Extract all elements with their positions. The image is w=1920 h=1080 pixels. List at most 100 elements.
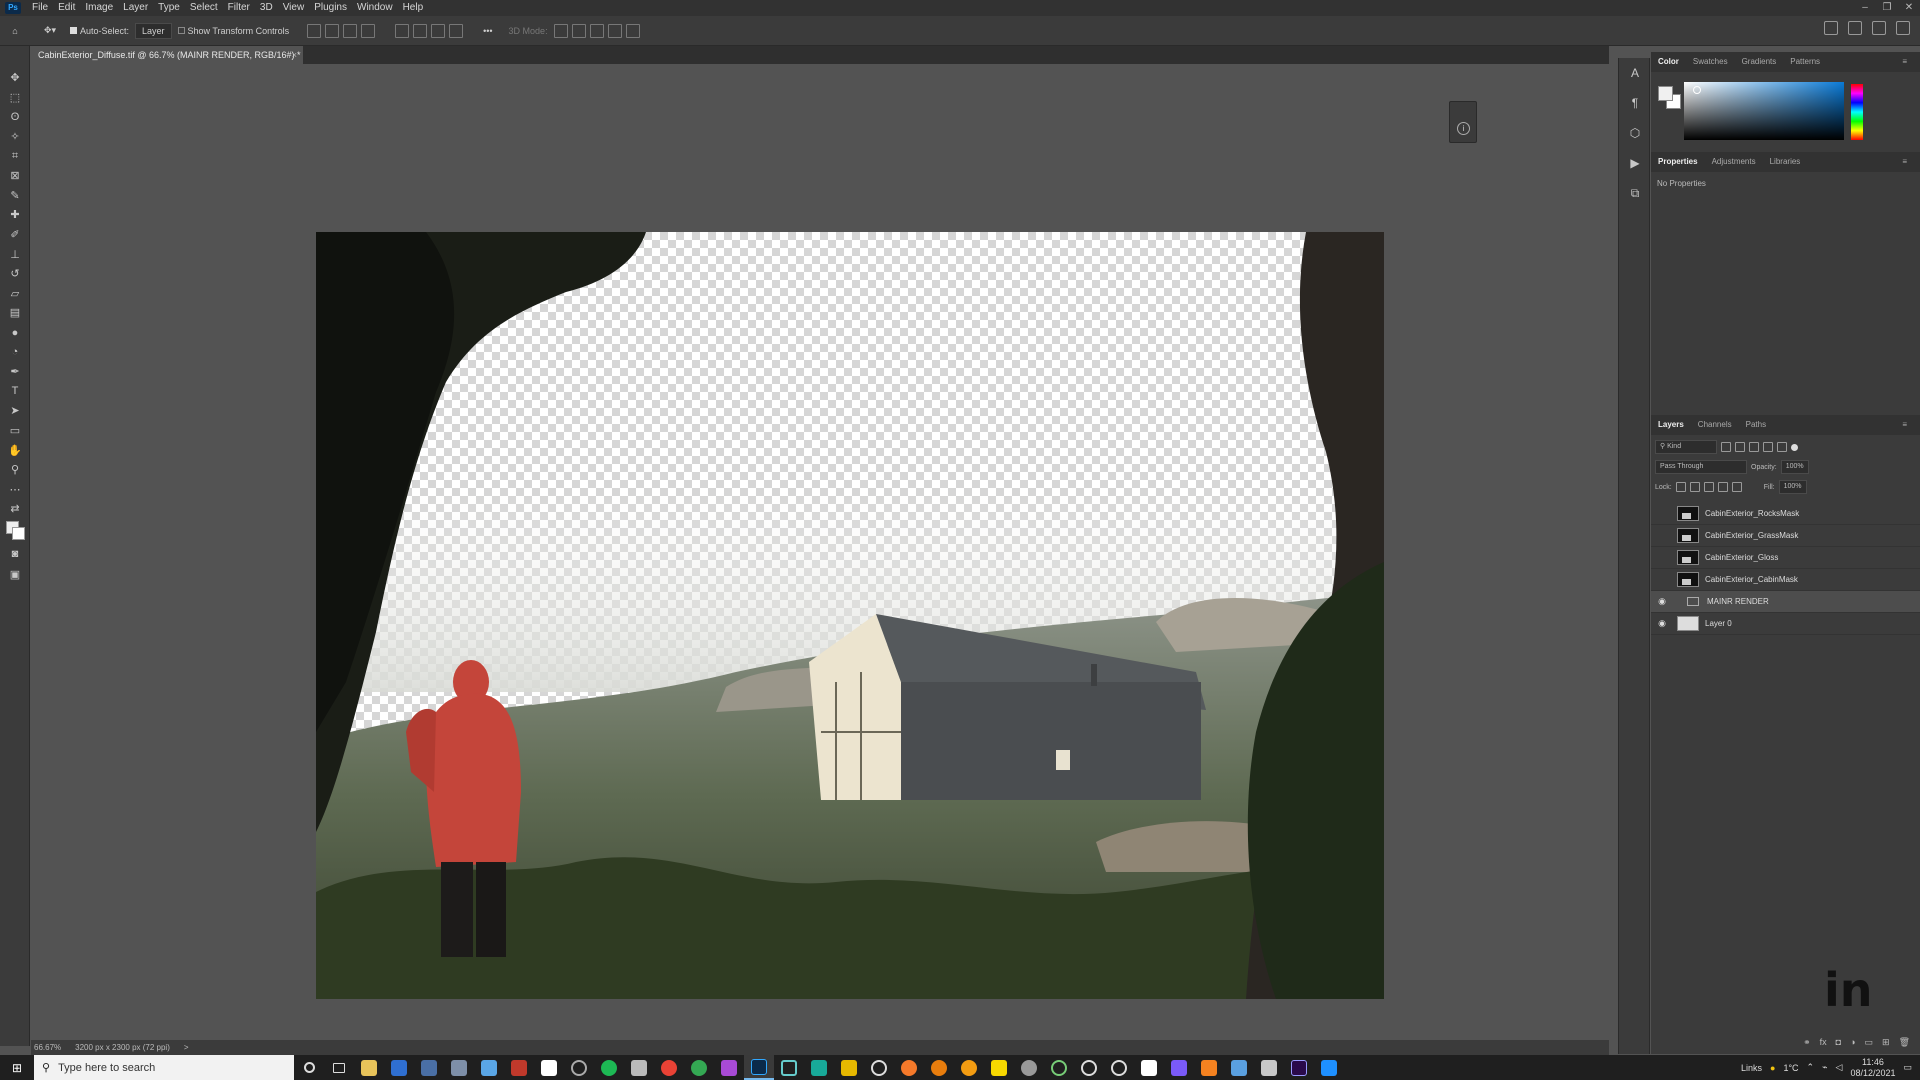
align-center-icon[interactable]: [325, 23, 340, 38]
opacity-input[interactable]: 100%: [1780, 460, 1809, 474]
search-icon[interactable]: [1848, 21, 1862, 35]
dodge-tool-icon[interactable]: ◔: [0, 342, 30, 362]
taskbar-search-box[interactable]: ⚲ Type here to search: [34, 1055, 294, 1080]
screen-mode-icon[interactable]: ▣: [0, 564, 30, 584]
history-brush-tool-icon[interactable]: ↺: [0, 264, 30, 284]
distribute-icon[interactable]: [361, 23, 376, 38]
gradient-tool-icon[interactable]: ▤: [0, 303, 30, 323]
spotify-icon[interactable]: [594, 1055, 624, 1080]
menu-edit[interactable]: Edit: [53, 0, 80, 16]
blender-icon[interactable]: [924, 1055, 954, 1080]
align-right-icon[interactable]: [343, 23, 358, 38]
paragraph-panel-icon[interactable]: ¶: [1619, 88, 1651, 118]
cortana-icon[interactable]: [294, 1055, 324, 1080]
lock-artboard-icon[interactable]: [1717, 482, 1728, 492]
frame-tool-icon[interactable]: ⊠: [0, 166, 30, 186]
3d-scale-icon[interactable]: [625, 23, 640, 38]
layer-name[interactable]: MAINR RENDER: [1707, 597, 1769, 606]
eye-icon[interactable]: ◉: [1651, 596, 1673, 607]
layer-row[interactable]: CabinExterior_RocksMask: [1651, 503, 1920, 525]
clock[interactable]: 11:46 08/12/2021: [1850, 1057, 1895, 1079]
actions-play-icon[interactable]: ▶: [1619, 148, 1651, 178]
menu-select[interactable]: Select: [185, 0, 223, 16]
chrome-icon[interactable]: [654, 1055, 684, 1080]
3d-pan-icon[interactable]: [589, 23, 604, 38]
3d-slide-icon[interactable]: [607, 23, 622, 38]
layer-style-icon[interactable]: fx: [1820, 1037, 1827, 1048]
auto-select-target-dropdown[interactable]: Layer: [135, 22, 172, 39]
temperature[interactable]: 1°C: [1783, 1063, 1798, 1073]
move-tool-icon[interactable]: ✥▾: [36, 22, 64, 40]
chrome-icon[interactable]: [684, 1055, 714, 1080]
unreal-icon[interactable]: [1074, 1055, 1104, 1080]
clone-stamp-tool-icon[interactable]: ⊥: [0, 244, 30, 264]
layer-name[interactable]: Layer 0: [1705, 619, 1732, 628]
lock-pixels-icon[interactable]: [1689, 482, 1700, 492]
eraser-tool-icon[interactable]: ▱: [0, 284, 30, 304]
layer-row[interactable]: ◉ Layer 0: [1651, 613, 1920, 635]
app-icon[interactable]: [834, 1055, 864, 1080]
align-bottom-icon[interactable]: [431, 23, 446, 38]
tab-adjustments[interactable]: Adjustments: [1705, 152, 1763, 172]
task-view-icon[interactable]: [324, 1055, 354, 1080]
tab-properties[interactable]: Properties: [1651, 152, 1705, 172]
links-toolbar[interactable]: Links: [1741, 1063, 1762, 1073]
notifications-icon[interactable]: ▭: [1903, 1062, 1912, 1073]
3d-orbit-icon[interactable]: [553, 23, 568, 38]
blend-mode-dropdown[interactable]: Pass Through: [1655, 460, 1747, 474]
hue-slider[interactable]: [1851, 84, 1863, 140]
menu-image[interactable]: Image: [80, 0, 118, 16]
tab-libraries[interactable]: Libraries: [1763, 152, 1808, 172]
menu-plugins[interactable]: Plugins: [309, 0, 352, 16]
adjustment-layer-icon[interactable]: ◑: [1850, 1037, 1855, 1048]
app-icon[interactable]: [474, 1055, 504, 1080]
panel-menu-icon[interactable]: ≡: [1895, 415, 1914, 435]
weather-icon[interactable]: ●: [1770, 1063, 1775, 1073]
app-icon[interactable]: [444, 1055, 474, 1080]
new-group-icon[interactable]: ▭: [1865, 1037, 1874, 1048]
share-icon[interactable]: [1896, 21, 1910, 35]
vlc-icon[interactable]: [1194, 1055, 1224, 1080]
foreground-background-color[interactable]: [0, 519, 30, 545]
eyedropper-tool-icon[interactable]: ✎: [0, 186, 30, 206]
path-selection-tool-icon[interactable]: ➤: [0, 401, 30, 421]
background-color-swatch[interactable]: [12, 526, 25, 540]
app-icon[interactable]: [564, 1055, 594, 1080]
affinity-icon[interactable]: [714, 1055, 744, 1080]
outlook-icon[interactable]: [384, 1055, 414, 1080]
app-icon[interactable]: [864, 1055, 894, 1080]
file-explorer-icon[interactable]: [354, 1055, 384, 1080]
character-panel-icon[interactable]: A: [1619, 58, 1651, 88]
windows-start-icon[interactable]: ⊞: [0, 1055, 34, 1080]
blur-tool-icon[interactable]: ●: [0, 323, 30, 343]
document-image[interactable]: [316, 232, 1384, 999]
adjustments-panel-icon[interactable]: ⧉: [1619, 178, 1651, 208]
home-icon[interactable]: ⌂: [0, 22, 30, 40]
menu-layer[interactable]: Layer: [118, 0, 153, 16]
delete-layer-icon[interactable]: 🗑: [1899, 1037, 1910, 1048]
document-tab[interactable]: CabinExterior_Diffuse.tif @ 66.7% (MAINR…: [31, 46, 303, 64]
app-icon[interactable]: [1224, 1055, 1254, 1080]
filter-type-icon[interactable]: [1749, 442, 1759, 452]
crop-tool-icon[interactable]: ⌗: [0, 146, 30, 166]
canvas-area[interactable]: i: [31, 64, 1609, 1040]
menu-filter[interactable]: Filter: [223, 0, 255, 16]
close-icon[interactable]: ✕: [1898, 0, 1920, 16]
layer-name[interactable]: CabinExterior_CabinMask: [1705, 575, 1798, 584]
close-document-icon[interactable]: ×: [292, 46, 297, 64]
app-icon[interactable]: [774, 1055, 804, 1080]
layer-row[interactable]: CabinExterior_Gloss: [1651, 547, 1920, 569]
menu-type[interactable]: Type: [153, 0, 185, 16]
menu-view[interactable]: View: [278, 0, 310, 16]
layer-name[interactable]: CabinExterior_Gloss: [1705, 553, 1778, 562]
app-icon[interactable]: [1134, 1055, 1164, 1080]
tab-paths[interactable]: Paths: [1739, 415, 1773, 435]
new-layer-icon[interactable]: ⊞: [1882, 1037, 1890, 1048]
move-tool-icon[interactable]: ✥: [0, 68, 30, 88]
filter-shape-icon[interactable]: [1763, 442, 1773, 452]
layer-kind-filter[interactable]: ⚲ Kind: [1655, 440, 1717, 454]
color-picker-field[interactable]: [1684, 82, 1844, 140]
eye-icon[interactable]: ◉: [1651, 618, 1673, 629]
3d-roll-icon[interactable]: [571, 23, 586, 38]
filter-adjustment-icon[interactable]: [1735, 442, 1745, 452]
